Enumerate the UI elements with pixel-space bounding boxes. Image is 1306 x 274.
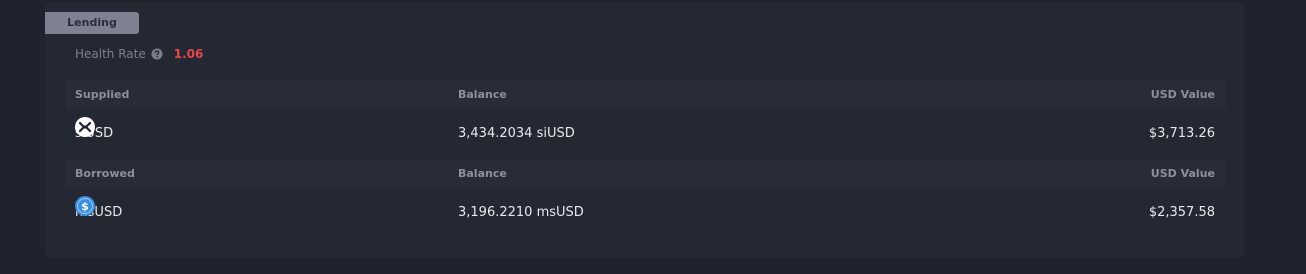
balance-value: 3,434.2034 siUSD [458, 126, 575, 141]
siusd-token-icon [75, 114, 95, 137]
table-row: siUSD 3,434.2034 siUSD $3,713.26 [66, 114, 1226, 154]
lending-tab-label: Lending [45, 12, 139, 34]
balance-column-header: Balance [458, 167, 507, 180]
supplied-column-header: Supplied [75, 88, 130, 101]
health-rate: Health Rate 1.06 [75, 45, 203, 63]
usd-value-column-header: USD Value [1150, 167, 1215, 180]
supplied-header: Supplied Balance USD Value [66, 80, 1226, 109]
question-icon[interactable] [151, 48, 163, 60]
usd-value: $2,357.58 [1148, 205, 1215, 220]
health-rate-label: Health Rate [75, 47, 146, 61]
usd-value: $3,713.26 [1148, 126, 1215, 141]
token-cell: siUSD [75, 114, 113, 154]
borrowed-header: Borrowed Balance USD Value [66, 159, 1226, 188]
balance-column-header: Balance [458, 88, 507, 101]
table-row: $ msUSD 3,196.2210 msUSD $2,357.58 [66, 193, 1226, 233]
health-rate-value: 1.06 [173, 47, 204, 61]
token-cell: $ msUSD [75, 193, 122, 233]
svg-text:$: $ [81, 200, 89, 213]
usd-value-column-header: USD Value [1150, 88, 1215, 101]
msusd-token-icon: $ [75, 193, 95, 216]
balance-value: 3,196.2210 msUSD [458, 205, 584, 220]
borrowed-column-header: Borrowed [75, 167, 135, 180]
lending-panel: Lending Health Rate 1.06 Supplied Balanc… [45, 2, 1244, 258]
